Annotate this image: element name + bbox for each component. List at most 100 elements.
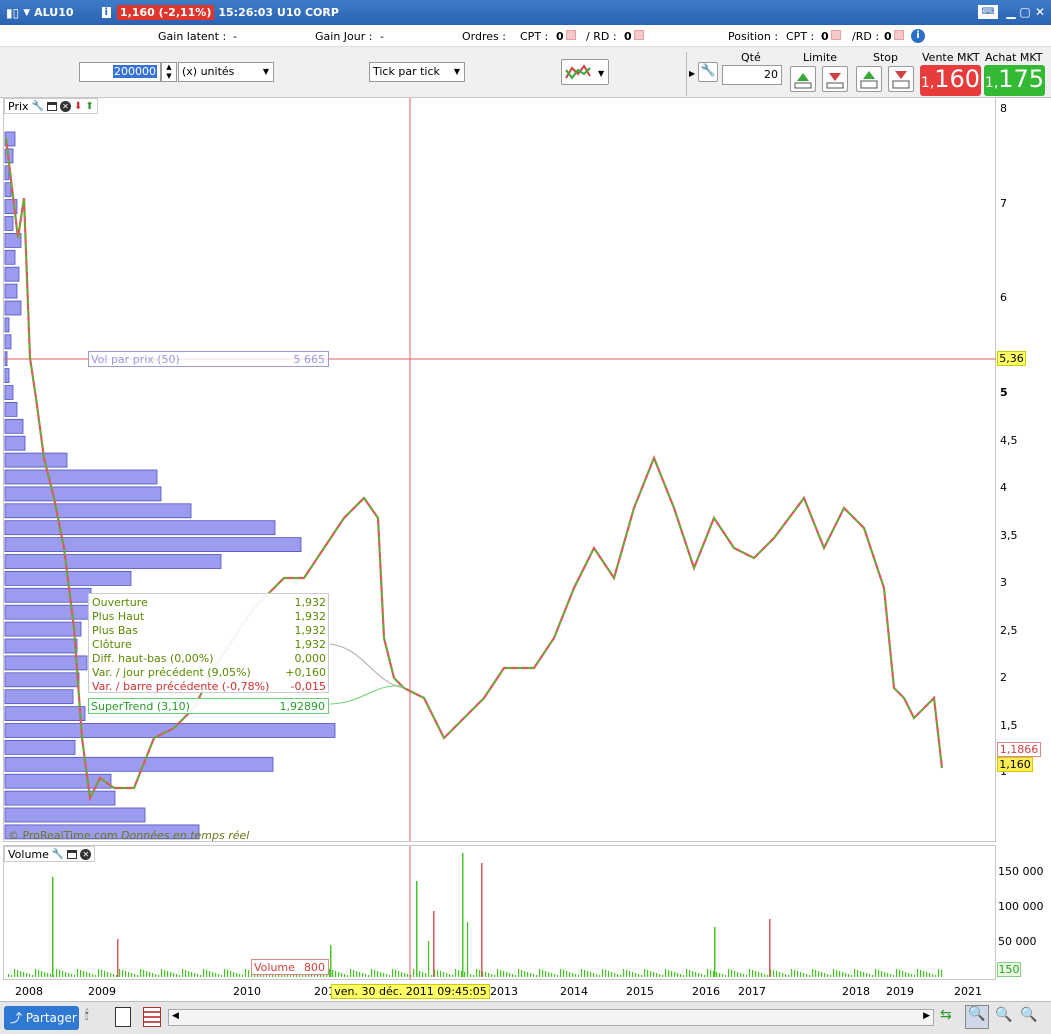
- volume-bar: [617, 974, 619, 977]
- price-chart[interactable]: [4, 98, 996, 841]
- volume-bar: [23, 972, 25, 977]
- wrench-icon[interactable]: 🔧: [698, 62, 718, 82]
- volume-bar: [140, 969, 142, 977]
- volume-bar: [380, 972, 382, 977]
- tooltip-row: Ouverture 1,932: [92, 596, 326, 609]
- volume-bar: [710, 970, 712, 977]
- volume-bar: [734, 971, 736, 977]
- minimize-icon[interactable]: ▁: [1004, 5, 1018, 19]
- cancel-rd-icon[interactable]: [634, 30, 644, 40]
- volume-bar: [704, 975, 706, 977]
- sell-market-button[interactable]: 1,160: [920, 65, 981, 96]
- volume-bar: [863, 972, 865, 977]
- candles-icon[interactable]: 🕯: [85, 1008, 89, 1023]
- close-cpt-icon[interactable]: [831, 30, 841, 40]
- collapse-arrow-icon[interactable]: ▶: [689, 69, 695, 78]
- quantity-input[interactable]: 200000: [79, 62, 161, 82]
- volume-bar: [911, 974, 913, 977]
- orderbook-icon[interactable]: [143, 1007, 161, 1027]
- volume-bar: [491, 974, 493, 977]
- zoom-fit-icon[interactable]: 🔍: [965, 1005, 989, 1029]
- volume-profile-bar: [4, 537, 302, 553]
- close-icon[interactable]: ✕: [1033, 5, 1047, 19]
- volume-spike: [117, 939, 119, 977]
- volume-bar: [197, 974, 199, 977]
- volume-bar: [119, 969, 121, 977]
- cancel-cpt-icon[interactable]: [566, 30, 576, 40]
- auto-scroll-icon[interactable]: ⇆: [940, 1007, 952, 1023]
- volume-bar: [452, 975, 454, 977]
- tick-mode-select[interactable]: Tick par tick ▼: [369, 62, 465, 82]
- volume-bar: [659, 974, 661, 977]
- scroll-right-icon[interactable]: ▶: [923, 1011, 930, 1021]
- volume-bar: [893, 975, 895, 977]
- close-rd-icon[interactable]: [894, 30, 904, 40]
- volume-bar: [407, 974, 409, 977]
- gain-jour-label: Gain Jour :: [315, 30, 373, 43]
- limit-buy-button[interactable]: [790, 66, 816, 92]
- dropdown-icon[interactable]: ▼: [23, 8, 30, 18]
- limit-sell-button[interactable]: [822, 66, 848, 92]
- volume-bar: [467, 922, 469, 977]
- volume-bar: [68, 973, 70, 977]
- volume-bar: [239, 974, 241, 977]
- zoom-out-icon[interactable]: 🔍: [995, 1007, 1012, 1023]
- volume-bar: [449, 974, 451, 977]
- zoom-in-icon[interactable]: 🔍: [1020, 1007, 1037, 1023]
- price-tick-label: 4: [1000, 481, 1007, 494]
- volume-bar: [635, 973, 637, 977]
- volume-bar: [41, 971, 43, 977]
- units-select[interactable]: (x) unités ▼: [178, 62, 274, 82]
- volume-bar: [869, 974, 871, 977]
- keyboard-icon[interactable]: ⌨: [978, 5, 998, 19]
- volume-bar: [902, 971, 904, 977]
- chart-style-button[interactable]: ▼: [561, 59, 609, 85]
- vente-label: Vente MKT: [922, 51, 980, 64]
- maximize-icon[interactable]: ▢: [1018, 5, 1032, 19]
- volume-bar: [80, 970, 82, 977]
- volume-bar: [572, 973, 574, 977]
- volume-bar: [530, 973, 532, 977]
- volume-bar: [569, 972, 571, 977]
- volume-bar: [599, 975, 601, 977]
- notes-icon[interactable]: [115, 1007, 131, 1027]
- volume-bar: [518, 969, 520, 977]
- volume-bar: [728, 969, 730, 977]
- volume-bar: [548, 972, 550, 977]
- volume-bar: [215, 973, 217, 977]
- symbol-name[interactable]: ALU10: [34, 6, 73, 19]
- buy-market-button[interactable]: 1,175: [984, 65, 1045, 96]
- volume-number: 800: [304, 961, 325, 974]
- info-circle-icon[interactable]: i: [911, 29, 925, 43]
- horizontal-scrollbar[interactable]: ◀ ▶: [168, 1009, 934, 1026]
- volume-bar: [383, 973, 385, 977]
- share-button[interactable]: ⤴ Partager: [4, 1006, 79, 1030]
- qte-input[interactable]: 20: [722, 65, 782, 85]
- volume-chart[interactable]: [4, 846, 996, 979]
- position-cpt-label: CPT :: [786, 30, 815, 43]
- volume-bar: [812, 969, 814, 977]
- volume-bar: [701, 974, 703, 977]
- ordres-cpt-value: 0: [556, 30, 564, 43]
- volume-bar: [680, 974, 682, 977]
- stop-sell-button[interactable]: [888, 66, 914, 92]
- volume-bar: [362, 973, 364, 977]
- scroll-left-icon[interactable]: ◀: [172, 1011, 179, 1021]
- volume-bar: [890, 974, 892, 977]
- info-icon[interactable]: i: [101, 7, 111, 18]
- quantity-stepper[interactable]: ▲ ▼: [161, 62, 177, 82]
- volume-bar: [11, 975, 13, 977]
- stop-buy-button[interactable]: [856, 66, 882, 92]
- tooltip-row: Plus Haut 1,932: [92, 610, 326, 623]
- volume-bar: [221, 975, 223, 977]
- volume-bar: [653, 972, 655, 977]
- tooltip-value: 1,932: [294, 624, 327, 637]
- volume-bar: [194, 973, 196, 977]
- volume-bar: [170, 972, 172, 977]
- tooltip-label: Clôture: [92, 638, 132, 651]
- volume-spike: [416, 881, 418, 977]
- volume-spike: [330, 945, 332, 977]
- volume-bar: [347, 975, 349, 977]
- volume-bar: [395, 970, 397, 977]
- volume-bar: [47, 973, 49, 977]
